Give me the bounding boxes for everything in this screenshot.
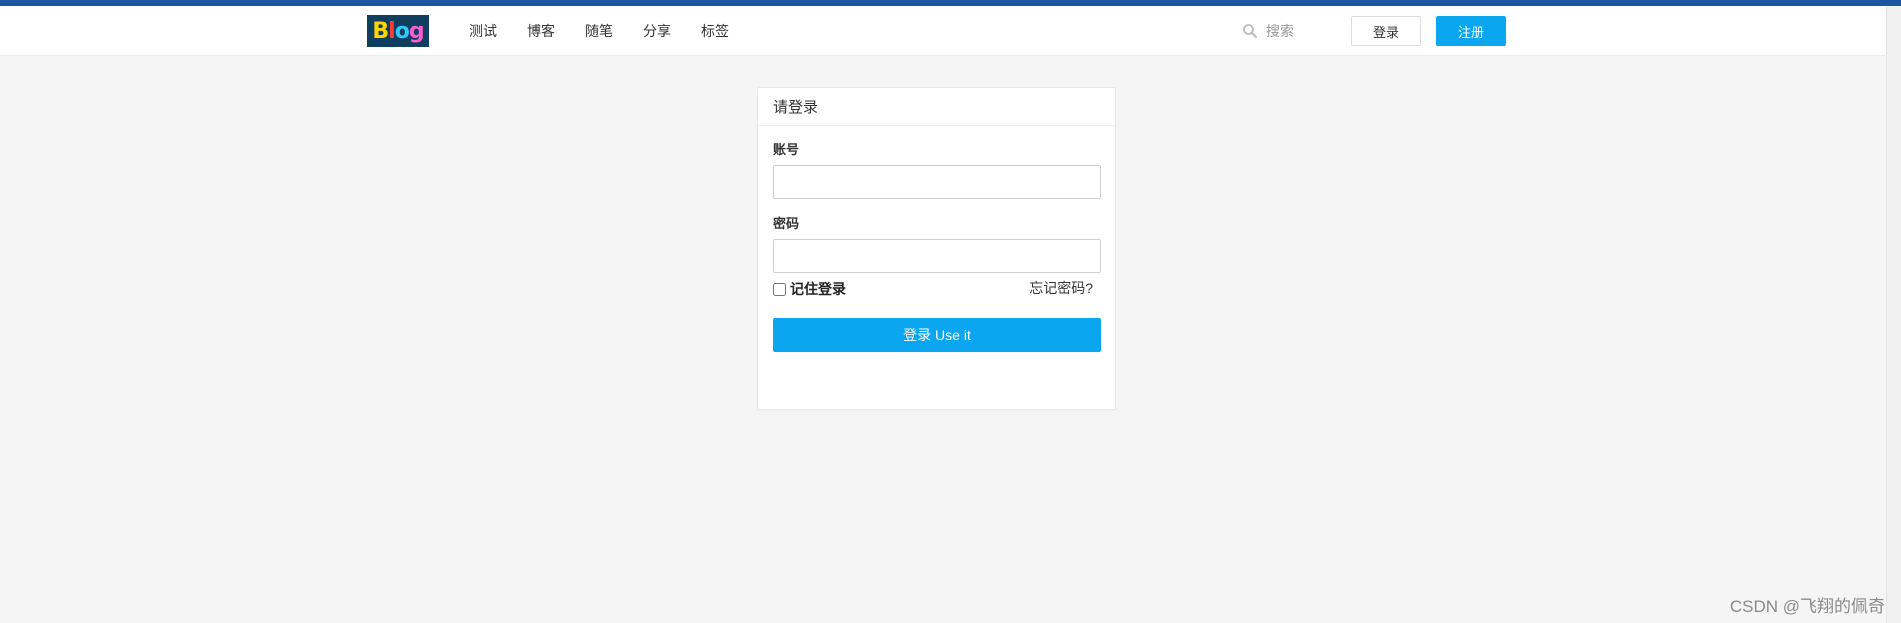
account-label: 账号: [773, 142, 800, 157]
password-label: 密码: [773, 216, 800, 231]
account-input[interactable]: [773, 165, 1101, 199]
nav-link-share[interactable]: 分享: [643, 21, 671, 41]
remember-label: 记住登录: [790, 281, 846, 297]
watermark: CSDN @飞翔的佩奇: [1729, 597, 1885, 616]
password-input[interactable]: [773, 239, 1101, 273]
nav-links: 测试 博客 随笔 分享 标签: [469, 6, 759, 55]
logo-letter-b: B: [372, 18, 389, 44]
logo-letter-o: o: [394, 18, 410, 44]
search-box: [1242, 21, 1342, 41]
navbar: Blog 测试 博客 随笔 分享 标签 登录 注册: [0, 6, 1887, 56]
search-input[interactable]: [1266, 23, 1336, 39]
vertical-scrollbar[interactable]: [1886, 6, 1901, 623]
search-icon[interactable]: [1242, 23, 1258, 39]
nav-link-tags[interactable]: 标签: [701, 21, 729, 41]
remember-login[interactable]: 记住登录: [773, 279, 846, 299]
logo-letter-g: g: [408, 18, 425, 44]
nav-link-essay[interactable]: 随笔: [585, 21, 613, 41]
submit-login-button[interactable]: 登录 Use it: [773, 318, 1101, 352]
login-button[interactable]: 登录: [1351, 16, 1421, 46]
logo[interactable]: Blog: [367, 15, 429, 47]
remember-checkbox[interactable]: [773, 282, 786, 296]
forgot-password-link[interactable]: 忘记密码?: [1029, 278, 1093, 298]
nav-link-test[interactable]: 测试: [469, 21, 497, 41]
login-card-title: 请登录: [758, 88, 1115, 126]
register-button[interactable]: 注册: [1436, 16, 1506, 46]
login-card: 请登录 账号 密码 记住登录 忘记密码? 登录 Use it: [757, 87, 1116, 410]
nav-link-blog[interactable]: 博客: [527, 21, 555, 41]
